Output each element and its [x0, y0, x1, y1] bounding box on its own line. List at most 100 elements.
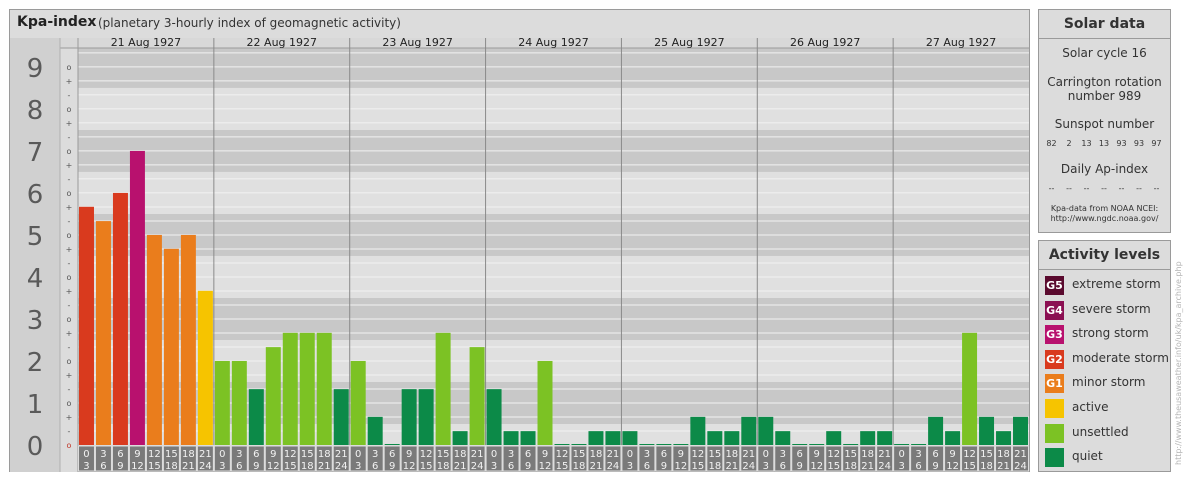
y-subtick-label: +: [66, 119, 73, 128]
hour-start-label: 15: [980, 449, 993, 460]
legend-swatch: G4: [1045, 300, 1064, 320]
y-tick-label: 7: [27, 138, 44, 168]
hour-end-label: 12: [131, 461, 144, 472]
hour-start-label: 21: [335, 449, 348, 460]
hour-start-label: 0: [491, 449, 497, 460]
kp-bar: [248, 389, 264, 445]
hour-end-label: 15: [148, 461, 161, 472]
kpa-chart-panel: Kpa-index (planetary 3-hourly index of g…: [9, 9, 1030, 472]
hour-start-label: 9: [542, 449, 548, 460]
day-label: 26 Aug 1927: [790, 38, 860, 49]
hour-end-label: 21: [725, 461, 738, 472]
hour-end-label: 18: [844, 461, 857, 472]
carrington-line-2: number 989: [1067, 89, 1142, 103]
kp-bar: [435, 332, 451, 445]
kp-bar: [860, 431, 876, 445]
hour-end-label: 18: [573, 461, 586, 472]
hour-start-label: 9: [406, 449, 412, 460]
hour-start-label: 3: [915, 449, 921, 460]
hour-end-label: 6: [100, 461, 106, 472]
sunspot-value: 93: [1116, 139, 1127, 148]
hour-start-label: 6: [797, 449, 803, 460]
ap-value: --: [1153, 184, 1160, 193]
watermark-url: http://www.theusaweather.info/uk/kpa_arc…: [1174, 261, 1183, 465]
hour-start-label: 6: [253, 449, 259, 460]
hour-end-label: 6: [644, 461, 650, 472]
y-subtick-label: o: [67, 357, 72, 366]
hour-end-label: 24: [742, 461, 755, 472]
kp-bar: [758, 416, 774, 445]
legend-label: extreme storm: [1072, 277, 1161, 291]
sunspot-heading: Sunspot number: [1054, 117, 1155, 131]
hour-end-label: 15: [556, 461, 569, 472]
kp-bar: [656, 444, 672, 445]
hour-end-label: 9: [932, 461, 938, 472]
hour-start-label: 0: [355, 449, 361, 460]
kp-bar: [282, 332, 298, 445]
y-subtick-label: o: [67, 315, 72, 324]
source-line-1: Kpa-data from NOAA NCEI:: [1050, 204, 1159, 213]
kp-bar: [401, 389, 417, 445]
y-subtick-label: -: [68, 217, 71, 226]
hour-start-label: 9: [678, 449, 684, 460]
kp-bar: [418, 389, 434, 445]
hour-start-label: 3: [508, 449, 514, 460]
hour-end-label: 18: [437, 461, 450, 472]
hour-start-label: 21: [199, 449, 212, 460]
hour-end-label: 24: [1014, 461, 1027, 472]
hour-end-label: 24: [607, 461, 620, 472]
source-line-2: http://www.ngdc.noaa.gov/: [1050, 214, 1159, 223]
hour-start-label: 21: [1014, 449, 1027, 460]
y-tick-label: 2: [27, 348, 44, 378]
kp-bar: [316, 332, 332, 445]
y-subtick-label: o: [67, 189, 72, 198]
kp-bar: [588, 431, 604, 445]
y-tick-label: 4: [27, 264, 44, 294]
y-subtick-label: +: [66, 329, 73, 338]
hour-end-label: 6: [236, 461, 242, 472]
kp-bar: [792, 444, 808, 445]
hour-end-label: 12: [539, 461, 552, 472]
hour-start-label: 12: [556, 449, 569, 460]
kp-bar: [707, 431, 723, 445]
y-subtick-label: +: [66, 77, 73, 86]
hour-start-label: 18: [182, 449, 195, 460]
kp-bar: [231, 360, 247, 445]
kpa-bar-chart: 0123456789o-+o-+o-+o-+o-+o-+o-+o-+o-+o21…: [10, 38, 1029, 472]
hour-end-label: 3: [491, 461, 497, 472]
kp-bar: [928, 416, 944, 445]
y-tick-label: 1: [27, 390, 44, 420]
sunspot-value: 13: [1098, 139, 1110, 148]
hour-start-label: 12: [148, 449, 161, 460]
hour-end-label: 12: [267, 461, 280, 472]
kp-bar: [146, 234, 162, 445]
hour-start-label: 15: [844, 449, 857, 460]
kp-bar: [503, 431, 519, 445]
kp-bar: [605, 431, 621, 445]
legend-swatch: [1045, 423, 1064, 443]
hour-end-label: 15: [284, 461, 297, 472]
legend-label: strong storm: [1072, 326, 1149, 341]
day-label: 23 Aug 1927: [382, 38, 452, 49]
hour-start-label: 18: [590, 449, 603, 460]
hour-start-label: 12: [691, 449, 704, 460]
day-label: 24 Aug 1927: [518, 38, 588, 49]
kp-bar: [945, 431, 961, 445]
hour-start-label: 0: [763, 449, 769, 460]
kp-bar: [622, 431, 638, 445]
legend-swatch: G3: [1045, 325, 1064, 345]
y-tick-label: 6: [27, 180, 44, 210]
hour-start-label: 3: [372, 449, 378, 460]
kp-bar: [962, 332, 978, 445]
kp-bar: [112, 192, 128, 445]
legend-label: quiet: [1072, 449, 1103, 464]
hour-end-label: 21: [182, 461, 195, 472]
hour-start-label: 6: [932, 449, 938, 460]
hour-start-label: 21: [742, 449, 755, 460]
hour-end-label: 15: [420, 461, 433, 472]
kp-bar: [724, 431, 740, 445]
hour-end-label: 12: [946, 461, 959, 472]
kp-bar: [129, 150, 145, 445]
kp-bar: [333, 389, 349, 445]
hour-end-label: 21: [590, 461, 603, 472]
